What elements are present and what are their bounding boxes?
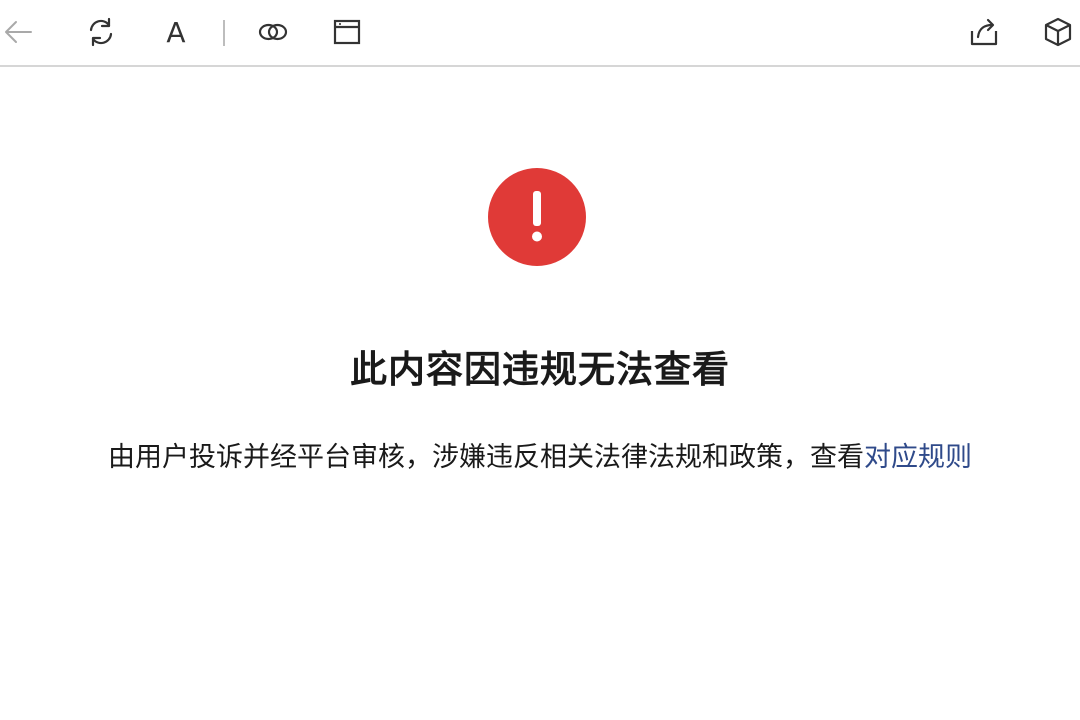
share-icon — [970, 18, 998, 46]
blocked-description: 由用户投诉并经平台审核，涉嫌违反相关法律法规和政策，查看对应规则 — [0, 435, 1080, 474]
description-text: 由用户投诉并经平台审核，涉嫌违反相关法律法规和政策，查看 — [108, 442, 864, 473]
open-in-window-button[interactable] — [329, 14, 365, 50]
content-area: 此内容因违规无法查看 由用户投诉并经平台审核，涉嫌违反相关法律法规和政策，查看对… — [0, 67, 1080, 720]
blocked-title: 此内容因违规无法查看 — [350, 347, 730, 391]
share-button[interactable] — [966, 14, 1002, 50]
font-size-icon: A — [166, 15, 186, 49]
back-button[interactable] — [0, 14, 36, 50]
toolbar: A — [0, 0, 1080, 67]
window-icon — [333, 19, 361, 45]
toolbar-divider — [223, 20, 225, 46]
link-icon — [258, 23, 288, 41]
exclamation-circle-icon — [488, 168, 586, 266]
cube-button[interactable] — [1040, 14, 1076, 50]
font-size-button[interactable]: A — [158, 14, 194, 50]
rules-link[interactable]: 对应规则 — [864, 442, 972, 473]
refresh-button[interactable] — [83, 14, 119, 50]
copy-link-button[interactable] — [255, 14, 291, 50]
back-arrow-icon — [5, 21, 32, 43]
cube-icon — [1044, 17, 1072, 47]
refresh-icon — [89, 17, 113, 47]
